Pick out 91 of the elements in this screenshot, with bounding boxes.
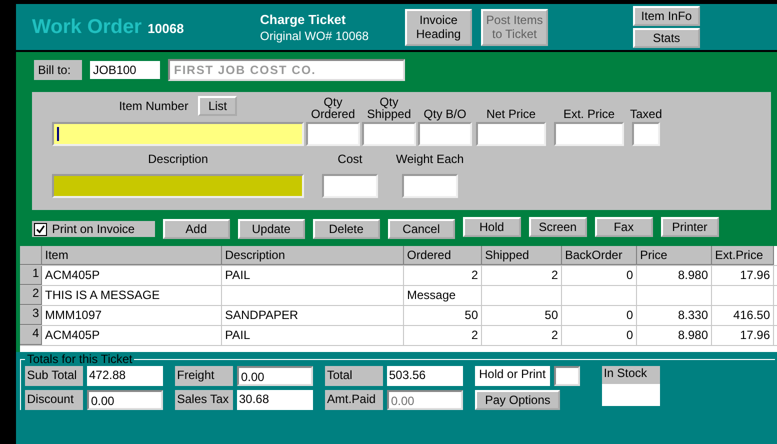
column-label: Qty Shipped (366, 96, 412, 120)
table-cell: PAIL (222, 266, 404, 285)
work-order-title: Work Order (32, 16, 142, 38)
row-number: 3 (20, 306, 42, 325)
in-stock-field (602, 384, 660, 406)
action-button[interactable]: Update (238, 219, 305, 239)
column-header[interactable]: Shipped (482, 246, 562, 265)
in-stock-label: In Stock (602, 366, 660, 384)
table-cell: PAIL (222, 326, 404, 345)
ticket-title: Charge Ticket (260, 12, 347, 26)
total-label: Sales Tax (175, 390, 233, 410)
action-button[interactable]: Screen (528, 217, 587, 237)
list-button[interactable]: List (198, 96, 238, 116)
input-field[interactable] (632, 122, 660, 146)
totals-title: Totals for this Ticket (26, 352, 134, 366)
total-value: 472.88 (87, 366, 163, 386)
table-cell: 2 (482, 326, 562, 345)
table-cell: 2 (404, 326, 482, 345)
table-cell: 8.980 (637, 266, 712, 285)
print-on-invoice-checkbox[interactable]: Print on Invoice (32, 221, 155, 237)
table-cell: SANDPAPER (222, 306, 404, 325)
column-label: Qty Ordered (310, 96, 356, 120)
action-button[interactable]: Fax (594, 217, 653, 237)
side-button[interactable]: Stats (633, 28, 700, 48)
total-field[interactable]: 0.00 (237, 366, 313, 386)
column-label: Qty B/O (422, 108, 468, 120)
column-header[interactable]: Ext.Price (712, 246, 774, 265)
table-cell: Message (404, 286, 482, 305)
table-cell: 50 (482, 306, 562, 325)
column-header[interactable]: Description (222, 246, 404, 265)
table-cell: 0 (562, 306, 637, 325)
description-label: Description (148, 152, 208, 166)
table-cell: 50 (404, 306, 482, 325)
column-header[interactable]: Price (637, 246, 712, 265)
ticket-subtitle: Original WO# 10068 (260, 28, 370, 42)
column-header[interactable]: BackOrder (562, 246, 637, 265)
hold-or-print-field[interactable] (554, 366, 580, 386)
total-label: Total (325, 366, 383, 386)
description-field[interactable] (52, 174, 304, 198)
cost-field[interactable] (322, 174, 378, 198)
input-field[interactable] (476, 122, 546, 146)
cost-label: Cost (338, 152, 362, 166)
item-number-label: Item Number (118, 99, 188, 113)
total-label: Freight (175, 366, 233, 386)
table-cell: 0 (562, 266, 637, 285)
side-button[interactable]: Item InFo (633, 6, 700, 26)
total-label: Sub Total (25, 366, 83, 386)
table-cell: THIS IS A MESSAGE (42, 286, 222, 305)
action-button[interactable]: Hold (462, 217, 521, 237)
action-button[interactable]: Printer (660, 217, 719, 237)
column-header[interactable]: Ordered (404, 246, 482, 265)
table-cell: 416.50 (712, 306, 774, 325)
customer-code-field[interactable]: JOB100 (90, 61, 160, 79)
table-cell: 2 (482, 266, 562, 285)
work-order-number: 10068 (148, 20, 184, 36)
total-value: 30.68 (237, 390, 313, 410)
action-button[interactable]: Delete (312, 219, 380, 239)
table-cell: 2 (404, 266, 482, 285)
total-value: 503.56 (387, 366, 463, 386)
table-cell: 8.330 (637, 306, 712, 325)
table-cell: MMM1097 (42, 306, 222, 325)
column-header[interactable]: Item (42, 246, 222, 265)
table-cell: 0 (562, 326, 637, 345)
column-label: Taxed (630, 108, 662, 120)
table-cell: 8.980 (637, 326, 712, 345)
action-button[interactable]: Add (162, 219, 230, 239)
weight-label: Weight Each (396, 152, 464, 166)
table-cell: ACM405P (42, 326, 222, 345)
input-field[interactable] (418, 122, 472, 146)
total-field[interactable]: 0.00 (87, 390, 163, 410)
table-cell: ACM405P (42, 266, 222, 285)
pay-options-button[interactable]: Pay Options (475, 390, 560, 410)
header-button[interactable]: Invoice Heading (405, 8, 472, 46)
bill-to-label: Bill to: (34, 60, 82, 80)
row-number: 2 (20, 286, 42, 305)
column-label: Net Price (486, 108, 536, 120)
row-number: 4 (20, 326, 42, 345)
hold-or-print-label: Hold or Print (475, 366, 550, 386)
checkbox[interactable] (34, 222, 47, 236)
item-number-field[interactable] (52, 122, 304, 146)
row-number: 1 (20, 266, 42, 285)
weight-field[interactable] (402, 174, 458, 198)
column-label: Ext. Price (563, 108, 615, 120)
table-cell: 17.96 (712, 266, 774, 285)
input-field[interactable] (306, 122, 360, 146)
total-label: Amt.Paid (325, 390, 383, 410)
input-field[interactable] (362, 122, 416, 146)
total-label: Discount (25, 390, 83, 410)
table-cell: 17.96 (712, 326, 774, 345)
action-button[interactable]: Cancel (388, 219, 455, 239)
input-field[interactable] (554, 122, 624, 146)
